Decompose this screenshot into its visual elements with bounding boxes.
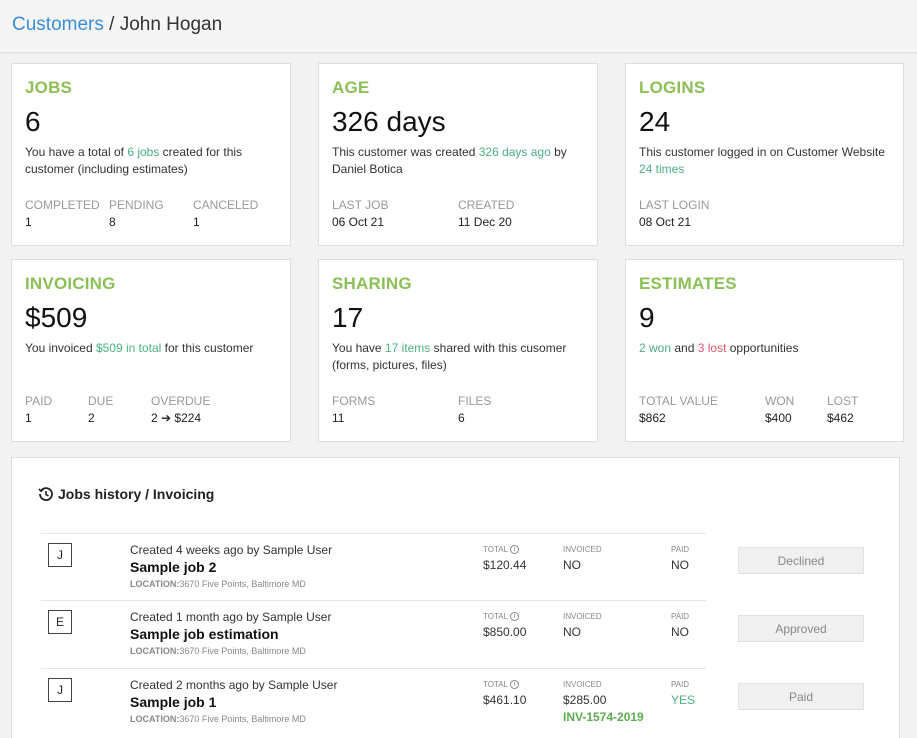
card-title: LOGINS xyxy=(639,78,706,97)
stat-files: FILES 6 xyxy=(458,394,492,425)
card-title: AGE xyxy=(332,78,370,97)
job-paid: PAID NO xyxy=(671,545,690,572)
sharing-card: SHARING 17 You have 17 items shared with… xyxy=(318,259,598,442)
card-value: 326 days xyxy=(332,106,446,137)
top-bar: Customers / John Hogan xyxy=(0,0,917,53)
jobs-card: JOBS 6 You have a total of 6 jobs create… xyxy=(11,63,291,246)
job-type-badge: J xyxy=(48,678,72,702)
breadcrumb-separator: / xyxy=(103,14,120,35)
card-value: 17 xyxy=(332,302,364,333)
job-invoiced: INVOICED NO xyxy=(563,612,602,639)
job-created: Created 2 months ago by Sample User xyxy=(130,678,338,692)
stat-last-job: LAST JOB 06 Oct 21 xyxy=(332,198,389,229)
invoicing-link[interactable]: $509 in total xyxy=(96,341,161,355)
stat-total-value: TOTAL VALUE $862 xyxy=(639,394,718,425)
breadcrumb-current: John Hogan xyxy=(119,14,223,35)
breadcrumb: Customers / John Hogan xyxy=(12,14,222,36)
info-icon[interactable]: i xyxy=(510,680,520,689)
job-created: Created 4 weeks ago by Sample User xyxy=(130,543,333,557)
stat-due: DUE 2 xyxy=(88,394,114,425)
stat-pending: PENDING 8 xyxy=(109,198,164,229)
status-declined-button[interactable]: Declined xyxy=(738,547,864,574)
job-total: TOTAL i $461.10 xyxy=(483,680,527,707)
invoicing-card: INVOICING $509 You invoiced $509 in tota… xyxy=(11,259,291,442)
card-description: This customer was created 326 days ago b… xyxy=(332,145,567,176)
info-icon[interactable]: i xyxy=(510,545,520,554)
card-description: 2 won and 3 lost opportunities xyxy=(639,341,799,355)
card-value: $509 xyxy=(25,302,88,333)
stat-overdue: OVERDUE 2 ➔ $224 xyxy=(151,394,211,425)
logins-card: LOGINS 24 This customer logged in on Cus… xyxy=(625,63,904,246)
card-description: You have a total of 6 jobs created for t… xyxy=(25,145,243,176)
estimates-card: ESTIMATES 9 2 won and 3 lost opportuniti… xyxy=(625,259,904,442)
job-name[interactable]: Sample job 1 xyxy=(130,694,216,710)
card-value: 9 xyxy=(639,302,655,333)
job-paid: PAID YES xyxy=(671,680,696,707)
job-invoiced: INVOICED $285.00 INV-1574-2019 xyxy=(563,680,644,724)
sharing-link[interactable]: 17 items xyxy=(385,341,430,355)
jobs-history-heading: Jobs history / Invoicing xyxy=(38,486,214,502)
card-value: 6 xyxy=(25,106,41,137)
history-icon xyxy=(38,487,53,501)
card-description: You have 17 items shared with this cusom… xyxy=(332,341,567,372)
card-description: You invoiced $509 in total for this cust… xyxy=(25,341,254,355)
status-approved-button[interactable]: Approved xyxy=(738,615,864,642)
job-row[interactable]: J Created 2 months ago by Sample User Sa… xyxy=(41,668,706,735)
card-title: JOBS xyxy=(25,78,73,97)
age-link[interactable]: 326 days ago xyxy=(479,145,551,159)
stat-forms: FORMS 11 xyxy=(332,394,376,425)
info-icon[interactable]: i xyxy=(510,612,520,621)
stat-created: CREATED 11 Dec 20 xyxy=(458,198,515,229)
job-row[interactable]: E Created 1 month ago by Sample User Sam… xyxy=(41,600,706,667)
stat-completed: COMPLETED 1 xyxy=(25,198,100,229)
invoice-link[interactable]: INV-1574-2019 xyxy=(563,710,644,724)
stat-paid: PAID 1 xyxy=(25,394,53,425)
stat-last-login: LAST LOGIN 08 Oct 21 xyxy=(639,198,710,229)
card-description: This customer logged in on Customer Webs… xyxy=(639,145,885,176)
jobs-history-title: Jobs history / Invoicing xyxy=(58,486,215,502)
job-created: Created 1 month ago by Sample User xyxy=(130,610,332,624)
card-title: INVOICING xyxy=(25,274,116,293)
job-total: TOTAL i $850.00 xyxy=(483,612,527,639)
job-location: LOCATION:3670 Five Points, Baltimore MD xyxy=(130,646,306,656)
jobs-history-panel: Jobs history / Invoicing J Created 4 wee… xyxy=(11,457,900,738)
job-paid: PAID NO xyxy=(671,612,690,639)
job-row[interactable]: J Created 4 weeks ago by Sample User Sam… xyxy=(41,533,706,600)
job-type-badge: E xyxy=(48,610,72,634)
estimates-won-link[interactable]: 2 won xyxy=(639,341,671,355)
job-location: LOCATION:3670 Five Points, Baltimore MD xyxy=(130,714,306,724)
stat-lost: LOST $462 xyxy=(827,394,859,425)
age-card: AGE 326 days This customer was created 3… xyxy=(318,63,598,246)
jobs-link[interactable]: 6 jobs xyxy=(127,145,159,159)
breadcrumb-customers-link[interactable]: Customers xyxy=(12,14,104,35)
card-title: ESTIMATES xyxy=(639,274,737,293)
job-name[interactable]: Sample job 2 xyxy=(130,559,216,575)
stat-canceled: CANCELED 1 xyxy=(193,198,259,229)
job-name[interactable]: Sample job estimation xyxy=(130,626,279,642)
card-value: 24 xyxy=(639,106,671,137)
status-paid-button[interactable]: Paid xyxy=(738,683,864,710)
job-location: LOCATION:3670 Five Points, Baltimore MD xyxy=(130,579,306,589)
logins-link[interactable]: 24 times xyxy=(639,162,684,176)
job-total: TOTAL i $120.44 xyxy=(483,545,527,572)
job-type-badge: J xyxy=(48,543,72,567)
stat-won: WON $400 xyxy=(765,394,795,425)
estimates-lost-link[interactable]: 3 lost xyxy=(698,341,727,355)
job-invoiced: INVOICED NO xyxy=(563,545,602,572)
card-title: SHARING xyxy=(332,274,412,293)
